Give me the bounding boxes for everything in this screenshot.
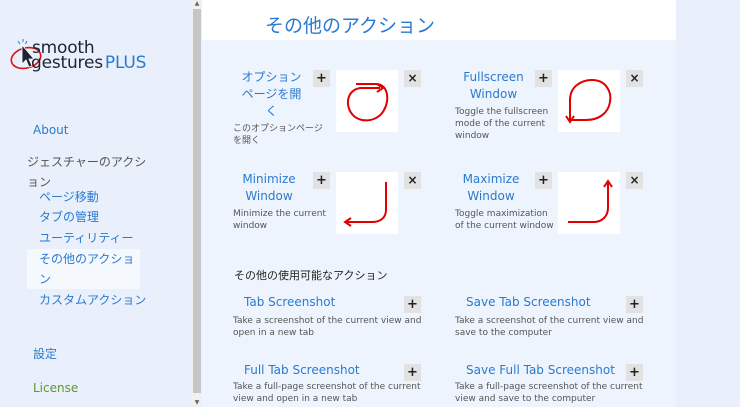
gesture-loop-icon	[565, 78, 612, 124]
remove-gesture-minimize-button[interactable]: ×	[404, 172, 421, 189]
gesture-canvas-minimize[interactable]	[336, 172, 398, 234]
nav-about[interactable]: About	[33, 120, 68, 140]
action-label-options[interactable]: オプションページを開く	[239, 69, 304, 120]
action-label-minimize[interactable]: Minimize Window	[239, 171, 299, 205]
nav-license[interactable]: License	[33, 378, 78, 398]
scroll-up-arrow-icon[interactable]: ▲	[192, 0, 202, 8]
action-label-tab-screenshot[interactable]: Tab Screenshot	[244, 294, 335, 311]
action-desc-full-tab-screenshot: Take a full-page screenshot of the curre…	[233, 382, 421, 404]
gesture-down-left-icon	[343, 182, 387, 227]
add-gesture-tab-screenshot-button[interactable]: +	[404, 296, 421, 313]
add-gesture-save-tab-screenshot-button[interactable]: +	[626, 296, 643, 313]
header-band: その他のアクション	[202, 0, 676, 40]
action-desc-fullscreen: Toggle the fullscreen mode of the curren…	[455, 107, 549, 141]
logo-word-plus: PLUS	[104, 53, 147, 73]
nav-sub-tab-management[interactable]: タブの管理	[39, 207, 99, 227]
scroll-thumb[interactable]	[193, 9, 201, 393]
add-gesture-fullscreen-button[interactable]: +	[535, 70, 552, 87]
remove-gesture-fullscreen-button[interactable]: ×	[626, 70, 643, 87]
action-label-save-full-tab-screenshot[interactable]: Save Full Tab Screenshot	[466, 362, 615, 379]
nav-gesture-actions-heading: ジェスチャーのアクション	[27, 155, 147, 189]
logo-word-gestures-text: gestures	[31, 53, 103, 73]
action-desc-options: このオプションページを開く	[233, 124, 323, 146]
available-actions-heading: その他の使用可能なアクション	[234, 269, 388, 282]
action-desc-maximize: Toggle maximization of the current windo…	[455, 209, 554, 231]
nav-settings[interactable]: 設定	[33, 344, 57, 364]
vertical-scrollbar[interactable]: ▲ ▼	[192, 0, 202, 407]
nav-sub-other-actions[interactable]: その他のアクション	[27, 249, 140, 289]
gesture-canvas-maximize[interactable]	[558, 172, 620, 234]
right-gutter	[676, 0, 740, 407]
gesture-canvas-fullscreen[interactable]	[558, 70, 620, 132]
main-content: その他のアクション オプションページを開く このオプションページを開く + × …	[202, 0, 676, 407]
remove-gesture-options-button[interactable]: ×	[404, 70, 421, 87]
action-label-fullscreen[interactable]: Fullscreen Window	[461, 69, 526, 103]
action-label-maximize[interactable]: Maximize Window	[461, 171, 521, 205]
nav-sub-page-navigation[interactable]: ページ移動	[39, 187, 99, 207]
action-desc-save-full-tab-screenshot: Take a full-page screenshot of the curre…	[455, 382, 643, 404]
nav-sub-utilities[interactable]: ユーティリティー	[39, 228, 134, 248]
add-gesture-minimize-button[interactable]: +	[313, 172, 330, 189]
gesture-canvas-options[interactable]	[336, 70, 398, 132]
nav-sub-custom-actions[interactable]: カスタムアクション	[39, 290, 149, 310]
action-desc-minimize: Minimize the current window	[233, 209, 326, 231]
sidebar: smooth gestures PLUS About ジェスチャーのアクション ペ…	[0, 0, 192, 407]
remove-gesture-maximize-button[interactable]: ×	[626, 172, 643, 189]
action-label-full-tab-screenshot[interactable]: Full Tab Screenshot	[244, 362, 360, 379]
app-logo[interactable]: smooth gestures PLUS	[8, 38, 188, 78]
add-gesture-full-tab-screenshot-button[interactable]: +	[404, 364, 421, 381]
action-label-save-tab-screenshot[interactable]: Save Tab Screenshot	[466, 294, 591, 311]
gesture-circle-icon	[346, 83, 389, 122]
action-desc-save-tab-screenshot: Take a screenshot of the current view an…	[455, 316, 644, 338]
logo-word-gestures: gestures PLUS	[31, 55, 146, 72]
gesture-right-up-icon	[568, 179, 613, 223]
add-gesture-save-full-tab-screenshot-button[interactable]: +	[626, 364, 643, 381]
add-gesture-options-button[interactable]: +	[313, 70, 330, 87]
add-gesture-maximize-button[interactable]: +	[535, 172, 552, 189]
page-title: その他のアクション	[265, 15, 436, 37]
action-desc-tab-screenshot: Take a screenshot of the current view an…	[233, 316, 422, 338]
scroll-down-arrow-icon[interactable]: ▼	[192, 399, 202, 407]
